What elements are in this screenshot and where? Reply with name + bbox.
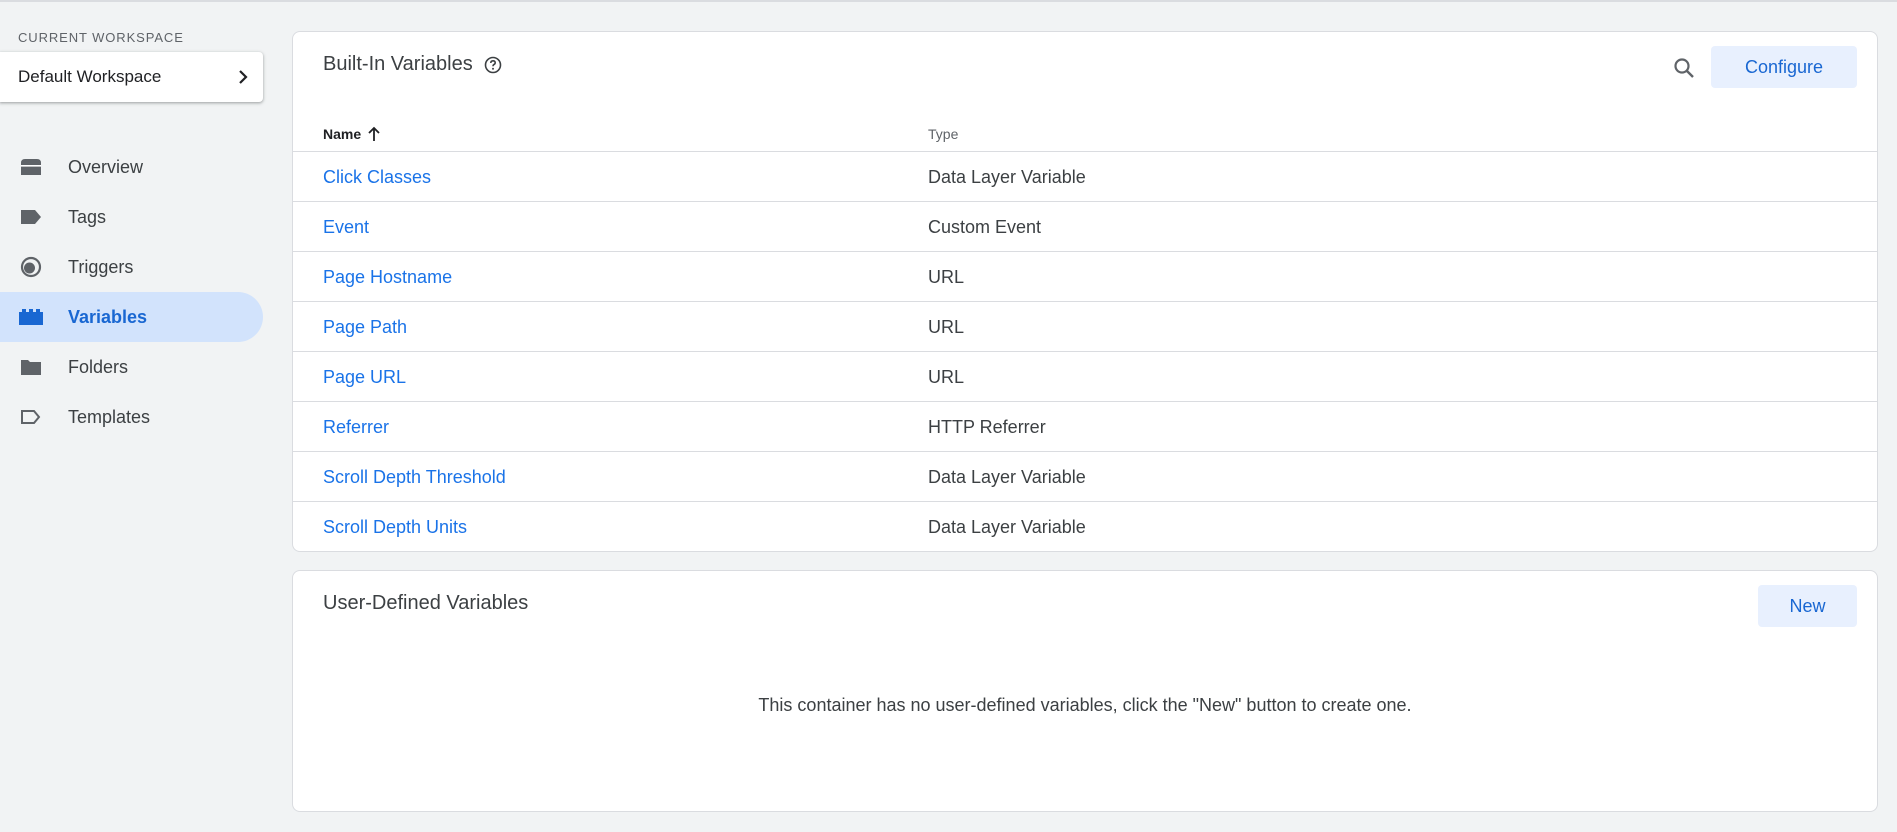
- variable-name-link[interactable]: Click Classes: [323, 167, 431, 188]
- top-divider: [0, 0, 1897, 2]
- table-header: Name Type: [293, 110, 1877, 152]
- workspace-selector[interactable]: Default Workspace: [0, 52, 263, 102]
- variables-icon: [18, 305, 44, 329]
- new-variable-button[interactable]: New: [1758, 585, 1857, 627]
- variable-type: Data Layer Variable: [928, 467, 1086, 487]
- table-row: Scroll Depth Units Data Layer Variable: [293, 502, 1877, 552]
- variable-name-link[interactable]: Referrer: [323, 417, 389, 438]
- chevron-right-icon: [223, 69, 263, 85]
- variable-name-link[interactable]: Page Path: [323, 317, 407, 338]
- variable-type: URL: [928, 267, 965, 287]
- sidebar-item-label: Overview: [68, 156, 144, 177]
- variable-name-link[interactable]: Scroll Depth Units: [323, 517, 467, 538]
- sidebar-item-label: Variables: [68, 306, 148, 327]
- variable-type: URL: [928, 367, 965, 387]
- variable-name-link[interactable]: Page Hostname: [323, 267, 452, 288]
- sidebar-item-label: Templates: [68, 406, 151, 427]
- configure-button[interactable]: Configure: [1711, 46, 1857, 88]
- column-header-name[interactable]: Name: [323, 126, 381, 142]
- sidebar-item-label: Tags: [68, 206, 107, 227]
- card-title: Built-In Variables: [323, 53, 502, 76]
- sidebar-item-overview[interactable]: Overview: [0, 142, 263, 192]
- sidebar-item-label: Triggers: [68, 256, 134, 277]
- folder-icon: [18, 355, 44, 379]
- help-icon[interactable]: [484, 56, 502, 74]
- built-in-title: Built-In Variables: [323, 53, 473, 75]
- variable-type: URL: [928, 317, 965, 337]
- template-icon: [18, 405, 44, 429]
- variable-type: HTTP Referrer: [928, 417, 1046, 437]
- table-row: Click Classes Data Layer Variable: [293, 152, 1877, 202]
- variable-type: Data Layer Variable: [928, 517, 1086, 537]
- variable-type: Custom Event: [928, 217, 1042, 237]
- workspace-label: CURRENT WORKSPACE: [18, 30, 184, 45]
- sidebar-item-label: Folders: [68, 356, 129, 377]
- empty-state-message: This container has no user-defined varia…: [758, 695, 1412, 715]
- table-row: Scroll Depth Threshold Data Layer Variab…: [293, 452, 1877, 502]
- variable-name-link[interactable]: Page URL: [323, 367, 406, 388]
- sort-arrow-up-icon: [367, 126, 381, 142]
- column-header-type[interactable]: Type: [928, 126, 958, 142]
- search-button[interactable]: [1664, 50, 1704, 90]
- triggers-icon: [18, 255, 44, 279]
- search-icon: [1672, 56, 1696, 85]
- user-defined-variables-card: User-Defined Variables New This containe…: [292, 570, 1878, 812]
- sidebar: CURRENT WORKSPACE Default Workspace Over…: [0, 0, 270, 832]
- workspace-name: Default Workspace: [18, 67, 162, 86]
- variable-name-link[interactable]: Event: [323, 217, 369, 238]
- built-in-variables-card: Built-In Variables Configure Name Type C…: [292, 31, 1878, 552]
- table-row: Event Custom Event: [293, 202, 1877, 252]
- variables-table-body: Click Classes Data Layer Variable Event …: [293, 152, 1877, 552]
- sidebar-item-templates[interactable]: Templates: [0, 392, 263, 442]
- tag-icon: [18, 205, 44, 229]
- sidebar-item-variables[interactable]: Variables: [0, 292, 263, 342]
- variable-name-link[interactable]: Scroll Depth Threshold: [323, 467, 506, 488]
- table-row: Referrer HTTP Referrer: [293, 402, 1877, 452]
- sidebar-item-folders[interactable]: Folders: [0, 342, 263, 392]
- column-header-name-label: Name: [323, 126, 362, 142]
- sidebar-item-triggers[interactable]: Triggers: [0, 242, 263, 292]
- user-defined-title: User-Defined Variables: [323, 592, 529, 614]
- table-row: Page Hostname URL: [293, 252, 1877, 302]
- sidebar-nav: Overview Tags Triggers Variables Folders: [0, 142, 263, 442]
- sidebar-item-tags[interactable]: Tags: [0, 192, 263, 242]
- overview-icon: [18, 155, 44, 179]
- variable-type: Data Layer Variable: [928, 167, 1086, 187]
- table-row: Page URL URL: [293, 352, 1877, 402]
- table-row: Page Path URL: [293, 302, 1877, 352]
